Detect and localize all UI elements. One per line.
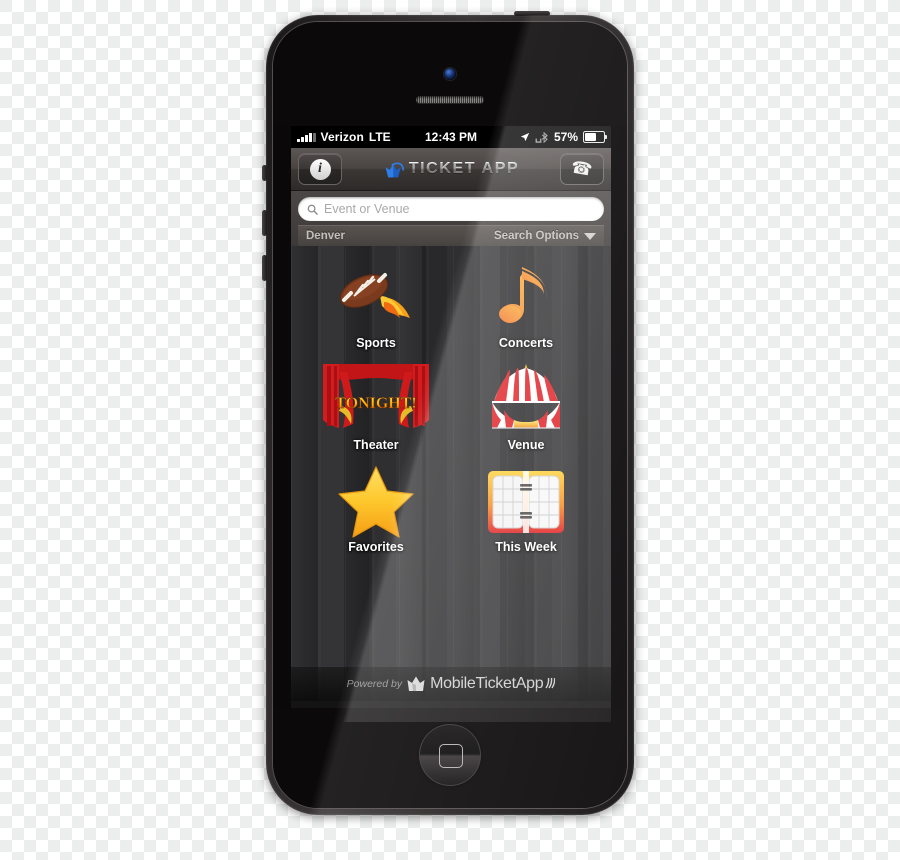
ticket-logo-icon [385,162,404,178]
tile-this-week[interactable]: This Week [451,464,601,566]
bluetooth-glyph-icon [541,131,548,143]
tile-label: Venue [507,438,545,452]
earpiece-speaker-icon [416,96,484,103]
ring-silent-switch[interactable] [262,165,267,181]
tile-venue[interactable]: Venue [451,362,601,464]
device-top-hardware [273,22,627,126]
star-icon [336,464,416,540]
search-options-label: Search Options [494,230,579,242]
app-header: i TICKET APP ☎ [291,148,611,191]
location-label[interactable]: Denver [306,230,345,242]
tile-label: This Week [495,540,557,554]
search-area: Event or Venue Denver Search Options [291,191,611,246]
app-title: TICKET APP [408,160,520,177]
tile-label: Theater [353,438,399,452]
phone-screen: Verizon LTE 12:43 PM ␣ 57% i TICKET APP … [291,126,611,722]
call-button[interactable]: ☎ [560,153,604,185]
search-placeholder: Event or Venue [324,202,410,216]
mobileticketapp-logo: MobileTicketApp [407,675,556,693]
phone-handset-icon: ☎ [570,157,595,180]
iphone-device: Verizon LTE 12:43 PM ␣ 57% i TICKET APP … [262,11,634,815]
ticket-stub-icon [407,676,425,691]
battery-icon [583,131,608,143]
home-grid: Sports Concerts TONIGHT! Theater Venue F… [291,246,611,701]
powered-by-label: Powered by [346,678,403,690]
tile-favorites[interactable]: Favorites [301,464,451,566]
location-arrow-icon [520,132,530,142]
power-button[interactable] [514,11,550,16]
search-options-bar: Denver Search Options [298,225,604,246]
chevron-down-icon [584,232,596,240]
stage-curtains-icon: TONIGHT! [321,362,431,438]
front-camera-icon [444,68,456,80]
volume-down-button[interactable] [262,255,267,281]
home-button[interactable] [419,724,481,786]
volume-up-button[interactable] [262,210,267,236]
tile-concerts[interactable]: Concerts [451,260,601,362]
circus-tent-icon [484,362,568,438]
battery-percent-label: 57% [553,130,578,144]
info-button[interactable]: i [298,153,342,185]
mobileticketapp-wordmark: MobileTicketApp [430,675,544,692]
tile-theater[interactable]: TONIGHT! Theater [301,362,451,464]
search-input[interactable]: Event or Venue [298,197,604,221]
status-bar: Verizon LTE 12:43 PM ␣ 57% [291,126,611,148]
search-options-button[interactable]: Search Options [494,230,596,242]
device-bottom-hardware [273,708,627,808]
wifi-waves-icon [545,677,556,689]
tile-label: Concerts [498,336,554,350]
planner-book-icon [486,464,566,540]
music-note-icon [496,260,556,336]
search-icon [307,204,318,215]
info-icon: i [309,158,331,180]
home-square-icon [439,744,463,768]
marquee-text: TONIGHT! [335,395,417,412]
phone-front-face: Verizon LTE 12:43 PM ␣ 57% i TICKET APP … [272,21,628,809]
flaming-football-icon [334,260,418,336]
app-footer: Powered by MobileTicketApp [291,667,611,701]
tile-sports[interactable]: Sports [301,260,451,362]
tile-label: Sports [356,336,396,350]
tile-label: Favorites [348,540,404,554]
app-brand: TICKET APP [383,159,520,179]
